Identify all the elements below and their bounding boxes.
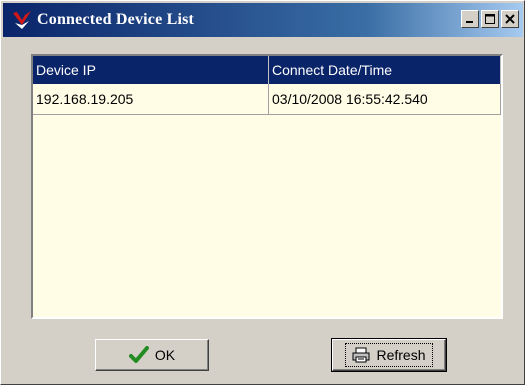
- column-header-device-ip[interactable]: Device IP: [33, 56, 269, 84]
- printer-icon: [352, 347, 370, 363]
- app-logo-icon: [13, 11, 31, 29]
- window-title: Connected Device List: [37, 11, 195, 28]
- refresh-button-label: Refresh: [376, 347, 426, 363]
- refresh-focus-rect: Refresh: [345, 343, 433, 367]
- close-icon: [505, 14, 515, 24]
- checkmark-icon: [128, 346, 149, 363]
- device-list-grid[interactable]: Device IP Connect Date/Time 192.168.19.2…: [31, 54, 503, 319]
- minimize-icon: [466, 21, 473, 23]
- ok-button[interactable]: OK: [95, 339, 209, 371]
- cell-device-ip: 192.168.19.205: [33, 84, 269, 114]
- refresh-button[interactable]: Refresh: [331, 338, 447, 372]
- ok-button-label: OK: [154, 347, 176, 363]
- maximize-icon: [485, 14, 495, 24]
- maximize-button[interactable]: [481, 10, 499, 28]
- cell-connect-datetime: 03/10/2008 16:55:42.540: [269, 84, 501, 114]
- title-bar[interactable]: Connected Device List: [3, 3, 523, 37]
- column-header-connect-datetime[interactable]: Connect Date/Time: [269, 56, 501, 84]
- dialog-window: Connected Device List Device IP Connect …: [0, 0, 525, 385]
- grid-header: Device IP Connect Date/Time: [33, 56, 501, 84]
- close-button[interactable]: [501, 10, 519, 28]
- table-row[interactable]: 192.168.19.205 03/10/2008 16:55:42.540: [33, 84, 501, 115]
- minimize-button[interactable]: [461, 10, 479, 28]
